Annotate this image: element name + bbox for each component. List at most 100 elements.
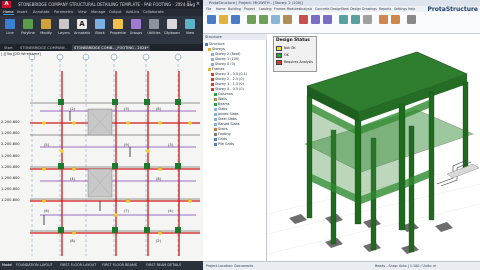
groups-button[interactable]: Groups xyxy=(128,18,144,40)
polyline-button[interactable]: Polyline xyxy=(20,18,36,40)
view-button[interactable]: View xyxy=(182,18,198,40)
autocad-window: A STONEBRIDGE COMPANY STRUCTURAL DETAILI… xyxy=(0,0,203,270)
ps-ribbon xyxy=(203,12,480,34)
cad-drawing-viewport[interactable]: [-][Top][2D Wireframe] 2-200-800 1-200-8… xyxy=(0,51,203,261)
folder-icon xyxy=(208,67,211,71)
ribbon-tab-output[interactable]: Output xyxy=(109,10,121,14)
ribbon-tab-home[interactable]: Home xyxy=(3,10,14,15)
tree-item[interactable]: Storey 3 - 3.5 (0.1) xyxy=(211,72,247,76)
layout-tab-first-floor[interactable]: FIRST FLOOR LAYOUT xyxy=(60,263,96,267)
block-icon xyxy=(95,19,105,29)
bar-mark-label: (5) xyxy=(44,143,49,147)
ribbon-tab-view[interactable]: View xyxy=(78,10,87,14)
load-icon[interactable] xyxy=(299,15,308,24)
menu-project[interactable]: Project xyxy=(244,7,255,11)
wall-icon xyxy=(214,97,217,101)
menu-building[interactable]: Building xyxy=(228,7,241,11)
settings-icon[interactable] xyxy=(407,15,416,24)
tree-item[interactable]: Beams xyxy=(214,102,230,106)
menu-frames-modules[interactable]: Frames Modules xyxy=(274,7,300,11)
status-left: Project Location: Documents xyxy=(206,264,254,268)
annotation-button[interactable]: AAnnotation xyxy=(74,18,90,40)
menu-drawings[interactable]: Drawings xyxy=(362,7,377,11)
tree-item[interactable]: Storey 1 - 1.5 (0) xyxy=(211,82,244,86)
menu-reports[interactable]: Reports xyxy=(379,7,391,11)
tree-item[interactable]: Storey 0 (0) xyxy=(211,62,235,66)
ribbon-tab-parametric[interactable]: Parametric xyxy=(54,10,73,14)
report-icon[interactable] xyxy=(391,15,400,24)
menu-analysis[interactable]: Analysis xyxy=(299,7,312,11)
tree-item[interactable]: Storey 1 (100) xyxy=(211,57,239,61)
layout-tab-first-floor-beams[interactable]: FIRST FLOOR BEAMS xyxy=(102,263,137,267)
tree-item[interactable]: Grids xyxy=(214,137,227,141)
cad-ribbon-tabs: Home Insert Annotate Parametric View Man… xyxy=(0,9,203,16)
tree-item[interactable]: Raised Slabs xyxy=(214,122,239,126)
rebar-label: 1-200-800 xyxy=(1,176,20,181)
cad-document-tabs: Start STONEBRIDGE COMPANY... STONEBRIDGE… xyxy=(0,44,203,51)
ribbon-tab-collaborate[interactable]: Collaborate xyxy=(143,10,164,14)
block-button[interactable]: Block xyxy=(92,18,108,40)
frame-icon xyxy=(211,82,214,86)
menu-settings[interactable]: Settings xyxy=(394,7,407,11)
bar-mark-label: (8) xyxy=(156,177,161,181)
close-icon[interactable]: × xyxy=(194,1,202,8)
tree-item[interactable]: Storey 2 - 2.5 (0) xyxy=(211,77,244,81)
tree-item[interactable]: Pile Grids xyxy=(214,142,234,146)
utilities-button[interactable]: Utilities xyxy=(146,18,162,40)
layout-tab-foundation[interactable]: FOUNDATION LAYOUT xyxy=(16,263,53,267)
ribbon-tab-addins[interactable]: Add-ins xyxy=(126,10,139,14)
menu-help[interactable]: Help xyxy=(408,7,415,11)
grid-icon[interactable] xyxy=(363,15,372,24)
beam-icon[interactable] xyxy=(259,15,268,24)
ribbon-tab-manage[interactable]: Manage xyxy=(91,10,105,14)
column-icon[interactable] xyxy=(247,15,256,24)
stair-icon xyxy=(214,127,217,131)
folder-icon xyxy=(208,47,211,51)
tree-item[interactable]: Columns xyxy=(214,92,233,96)
minimize-icon[interactable]: – xyxy=(176,1,184,8)
maximize-icon[interactable]: □ xyxy=(185,1,193,8)
ribbon-tab-annotate[interactable]: Annotate xyxy=(33,10,49,14)
viewport-label[interactable]: [-][Top][2D Wireframe] xyxy=(1,52,41,56)
rebar-label: 1-200-800 xyxy=(1,153,20,158)
menu-home[interactable]: Home xyxy=(216,7,225,11)
tree-item[interactable]: Storey 2 (Roof) xyxy=(211,52,240,56)
tree-item[interactable]: Footing xyxy=(214,132,231,136)
tree-item[interactable]: Frames xyxy=(208,67,224,71)
properties-button[interactable]: Properties xyxy=(110,18,126,40)
analysis-icon[interactable] xyxy=(311,15,320,24)
design-icon[interactable] xyxy=(323,15,332,24)
plan-view-icon[interactable] xyxy=(351,15,360,24)
clipboard-button[interactable]: Clipboard xyxy=(164,18,180,40)
tree-item[interactable]: Joined Slabs xyxy=(214,112,239,116)
line-button[interactable]: Line xyxy=(2,18,18,40)
menu-steel-design[interactable]: Steel Design xyxy=(341,7,361,11)
slab-icon[interactable] xyxy=(271,15,280,24)
menu-concrete-design[interactable]: Concrete Design xyxy=(315,7,341,11)
open-folder-icon[interactable] xyxy=(219,15,228,24)
modify-button[interactable]: Modify xyxy=(38,18,54,40)
layout-tab-model[interactable]: Model xyxy=(2,263,12,267)
cad-window-title: STONEBRIDGE COMPANY STRUCTURAL DETAILING… xyxy=(18,2,196,7)
bar-mark-label: (8) xyxy=(156,107,161,111)
layout-tab-beam-details[interactable]: FIRST BEAM DETAILS xyxy=(146,263,181,267)
menu-file[interactable]: File xyxy=(206,7,211,11)
3d-model-viewport[interactable]: Design Status Not OK OK Requires Analysi… xyxy=(267,34,480,261)
layers-button[interactable]: Layers xyxy=(56,18,72,40)
tree-item[interactable]: Storey 0 - 0.5 (0) xyxy=(211,87,244,91)
wall-icon[interactable] xyxy=(283,15,292,24)
drawing-icon[interactable] xyxy=(379,15,388,24)
tree-item[interactable]: Structure xyxy=(205,42,225,46)
3d-view-icon[interactable] xyxy=(339,15,348,24)
structure-tree-panel: Structure Structure Storeys Storey 2 (Ro… xyxy=(203,34,267,261)
tree-item[interactable]: Stairs xyxy=(214,127,228,131)
tree-item[interactable]: Slabs xyxy=(214,107,227,111)
tree-item[interactable]: Steel Slabs xyxy=(214,117,237,121)
autocad-logo[interactable]: A xyxy=(2,1,11,8)
save-icon[interactable] xyxy=(231,15,240,24)
tree-item[interactable]: Storeys xyxy=(208,47,225,51)
new-project-icon[interactable] xyxy=(207,15,216,24)
menu-loading[interactable]: Loading xyxy=(259,7,272,11)
tree-item[interactable]: Walls xyxy=(214,97,227,101)
ribbon-tab-insert[interactable]: Insert xyxy=(17,10,27,14)
